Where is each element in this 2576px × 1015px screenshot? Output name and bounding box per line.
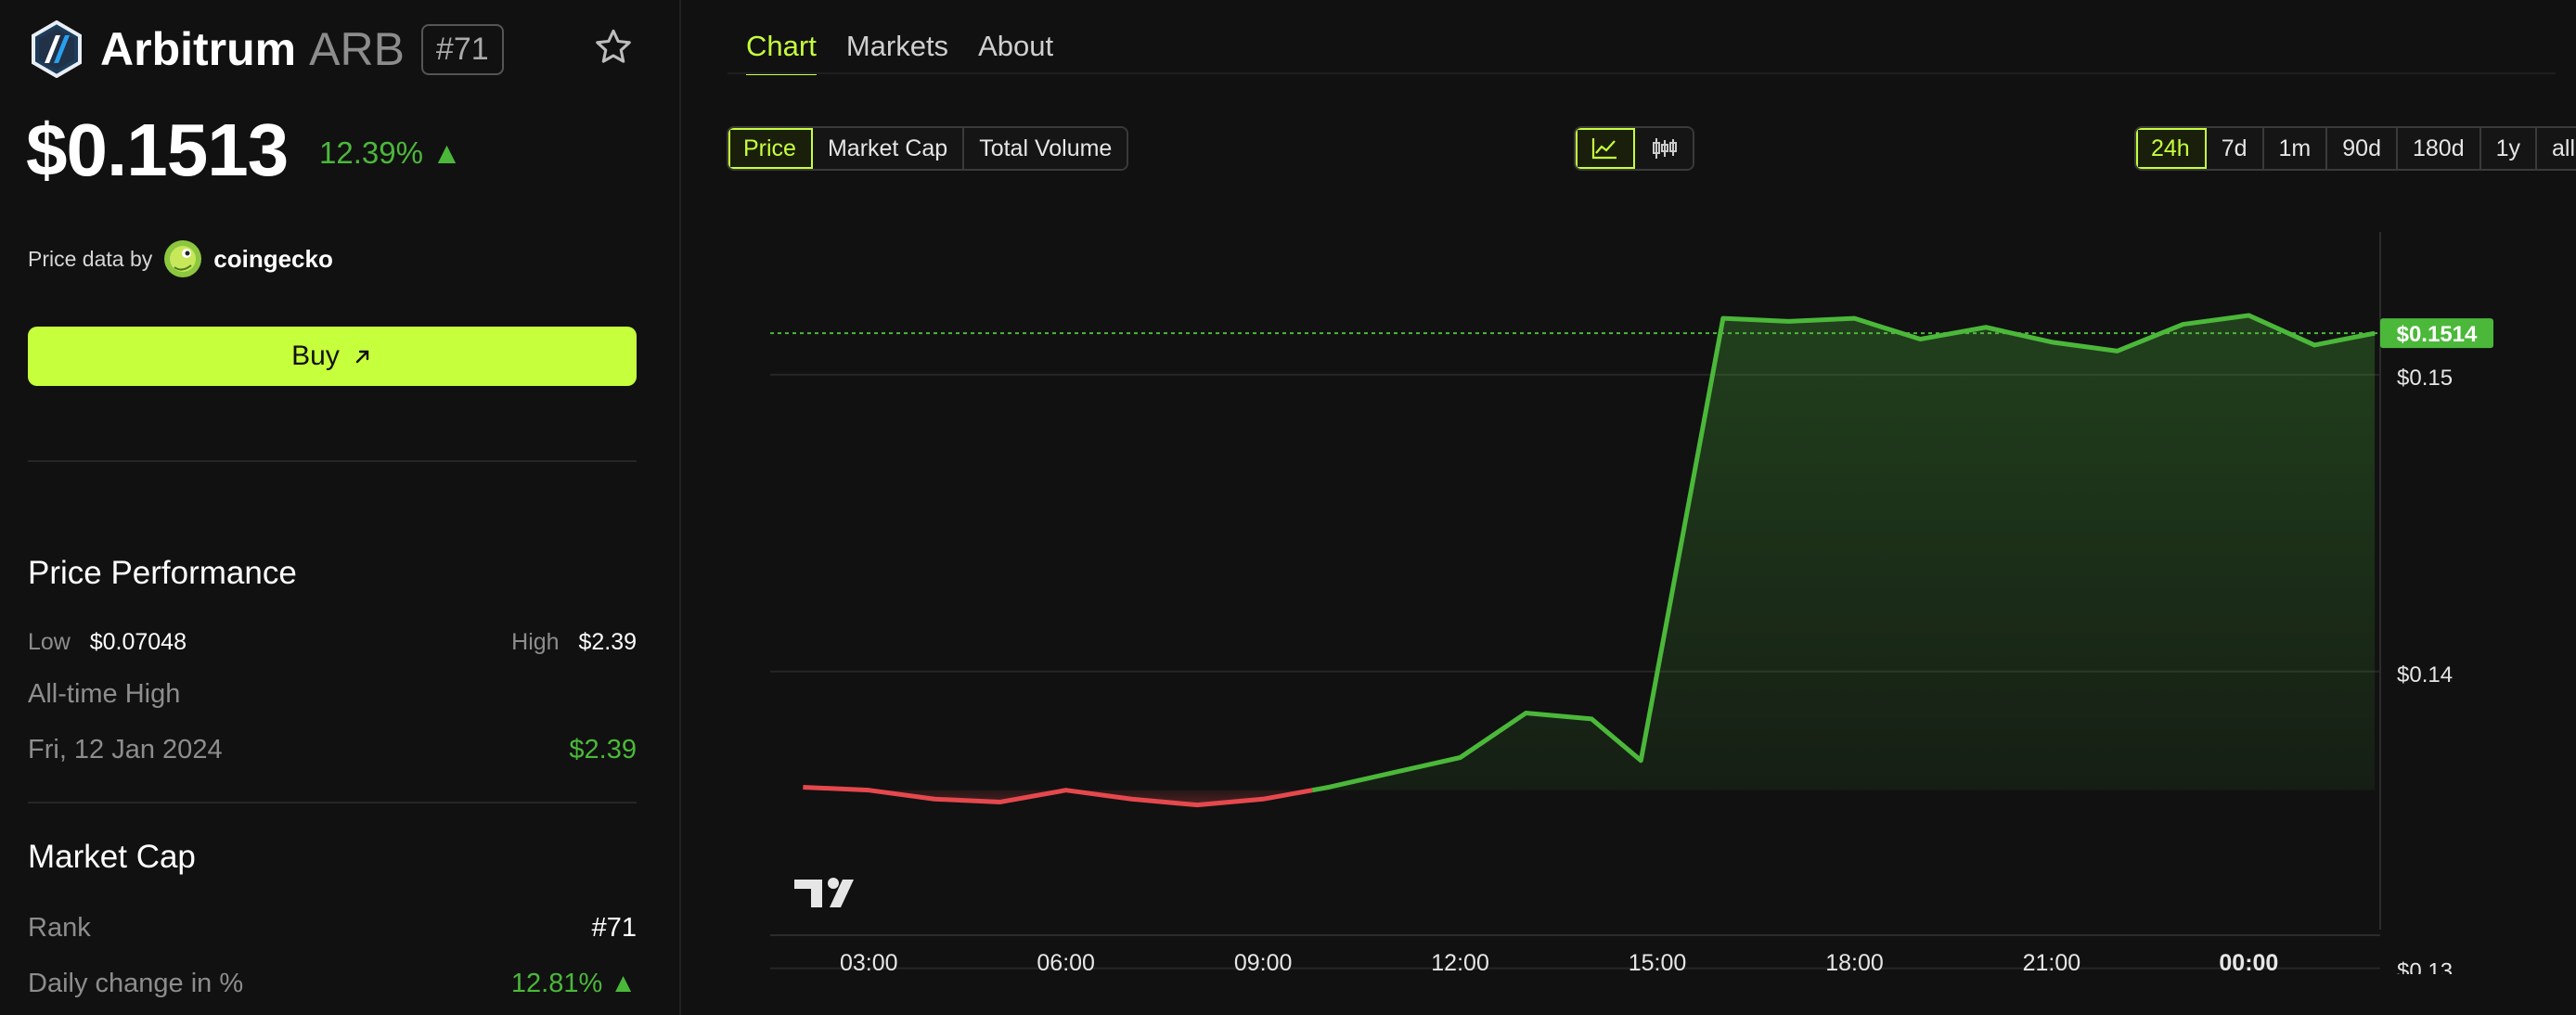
ath-label-row: All-time High bbox=[28, 679, 637, 710]
range-1m-button[interactable]: 1m bbox=[2263, 128, 2328, 169]
main-tabs: Chart Markets About bbox=[746, 30, 1083, 75]
metric-market-cap-button[interactable]: Market Cap bbox=[812, 128, 965, 169]
price-area-up bbox=[1312, 315, 2376, 790]
price-data-provider: coingecko bbox=[213, 244, 333, 273]
chart-type-toggle bbox=[1574, 126, 1694, 171]
metric-total-volume-button[interactable]: Total Volume bbox=[964, 128, 1127, 169]
divider bbox=[28, 460, 637, 462]
ath-value: $2.39 bbox=[569, 735, 637, 764]
y-tick-label: $0.13 bbox=[2397, 959, 2453, 974]
star-icon[interactable] bbox=[592, 26, 635, 69]
daily-change-value: 12.81% ▲ bbox=[510, 969, 637, 998]
coin-symbol: ARB bbox=[309, 23, 405, 75]
low-group: Low $0.07048 bbox=[28, 629, 187, 656]
low-label: Low bbox=[28, 629, 71, 655]
current-price: $0.1513 bbox=[26, 109, 289, 191]
daily-change-label: Daily change in % bbox=[28, 969, 244, 998]
candlestick-button[interactable] bbox=[1635, 128, 1693, 169]
y-tick-label: $0.14 bbox=[2397, 662, 2453, 687]
range-24h-button[interactable]: 24h bbox=[2136, 128, 2207, 169]
ath-date: Fri, 12 Jan 2024 bbox=[28, 735, 223, 764]
tab-chart[interactable]: Chart bbox=[746, 30, 817, 75]
metric-price-button[interactable]: Price bbox=[728, 128, 813, 169]
high-label: High bbox=[511, 629, 560, 655]
coin-header: Arbitrum ARB #71 bbox=[28, 20, 504, 78]
high-group: High $2.39 bbox=[511, 629, 637, 656]
arrow-up-right-icon bbox=[355, 350, 369, 364]
x-tick-label: 12:00 bbox=[1431, 950, 1489, 974]
rank-value: #71 bbox=[591, 913, 637, 943]
ath-row: Fri, 12 Jan 2024 $2.39 bbox=[28, 735, 637, 765]
daily-change-row: Daily change in % 12.81% ▲ bbox=[28, 969, 637, 999]
price-data-label: Price data by bbox=[28, 246, 153, 271]
low-high-row: Low $0.07048 High $2.39 bbox=[28, 629, 637, 656]
rank-row: Rank #71 bbox=[28, 913, 637, 944]
range-90d-button[interactable]: 90d bbox=[2327, 128, 2398, 169]
coingecko-icon bbox=[164, 240, 202, 277]
x-tick-label: 00:00 bbox=[2219, 950, 2278, 974]
ath-label: All-time High bbox=[28, 679, 181, 709]
x-tick-label: 15:00 bbox=[1629, 950, 1687, 974]
range-toggle: 24h 7d 1m 90d 180d 1y all bbox=[2134, 126, 2576, 171]
x-tick-label: 18:00 bbox=[1825, 950, 1884, 974]
x-tick-label: 21:00 bbox=[2023, 950, 2081, 974]
y-tick-label: $0.15 bbox=[2397, 366, 2453, 391]
arbitrum-logo bbox=[32, 20, 82, 78]
buy-label: Buy bbox=[291, 340, 340, 371]
tradingview-logo[interactable] bbox=[794, 878, 854, 907]
line-chart-icon bbox=[1591, 138, 1616, 160]
candlestick-icon bbox=[1653, 138, 1677, 159]
range-all-button[interactable]: all bbox=[2537, 128, 2576, 169]
tab-about[interactable]: About bbox=[978, 30, 1053, 75]
range-7d-button[interactable]: 7d bbox=[2206, 128, 2264, 169]
rank-label: Rank bbox=[28, 913, 91, 943]
range-1y-button[interactable]: 1y bbox=[2480, 128, 2538, 169]
high-value: $2.39 bbox=[578, 629, 637, 655]
rank-badge: #71 bbox=[420, 23, 504, 75]
divider bbox=[28, 802, 637, 803]
metric-toggle: Price Market Cap Total Volume bbox=[727, 126, 1129, 171]
price-performance-title: Price Performance bbox=[28, 555, 297, 591]
market-cap-title: Market Cap bbox=[28, 839, 196, 875]
coin-name: Arbitrum bbox=[100, 23, 297, 75]
range-180d-button[interactable]: 180d bbox=[2397, 128, 2481, 169]
tabs-underline bbox=[728, 72, 2556, 74]
line-chart-button[interactable] bbox=[1576, 128, 1635, 169]
current-price-label: $0.1514 bbox=[2397, 322, 2478, 347]
x-tick-label: 06:00 bbox=[1037, 950, 1095, 974]
low-value: $0.07048 bbox=[89, 629, 187, 655]
buy-button[interactable]: Buy bbox=[28, 327, 637, 386]
tab-markets[interactable]: Markets bbox=[846, 30, 948, 75]
x-tick-label: 09:00 bbox=[1234, 950, 1293, 974]
coin-sidebar: Arbitrum ARB #71 $0.1513 12.39% ▲ Price … bbox=[0, 0, 681, 1015]
x-tick-label: 03:00 bbox=[840, 950, 898, 974]
price-change: 12.39% ▲ bbox=[319, 135, 462, 170]
price-data-source: Price data by coingecko bbox=[28, 239, 333, 278]
price-chart[interactable]: $0.13 $0.14 $0.15 03:00 06:00 09:00 12:00 15:00… bbox=[742, 232, 2576, 974]
